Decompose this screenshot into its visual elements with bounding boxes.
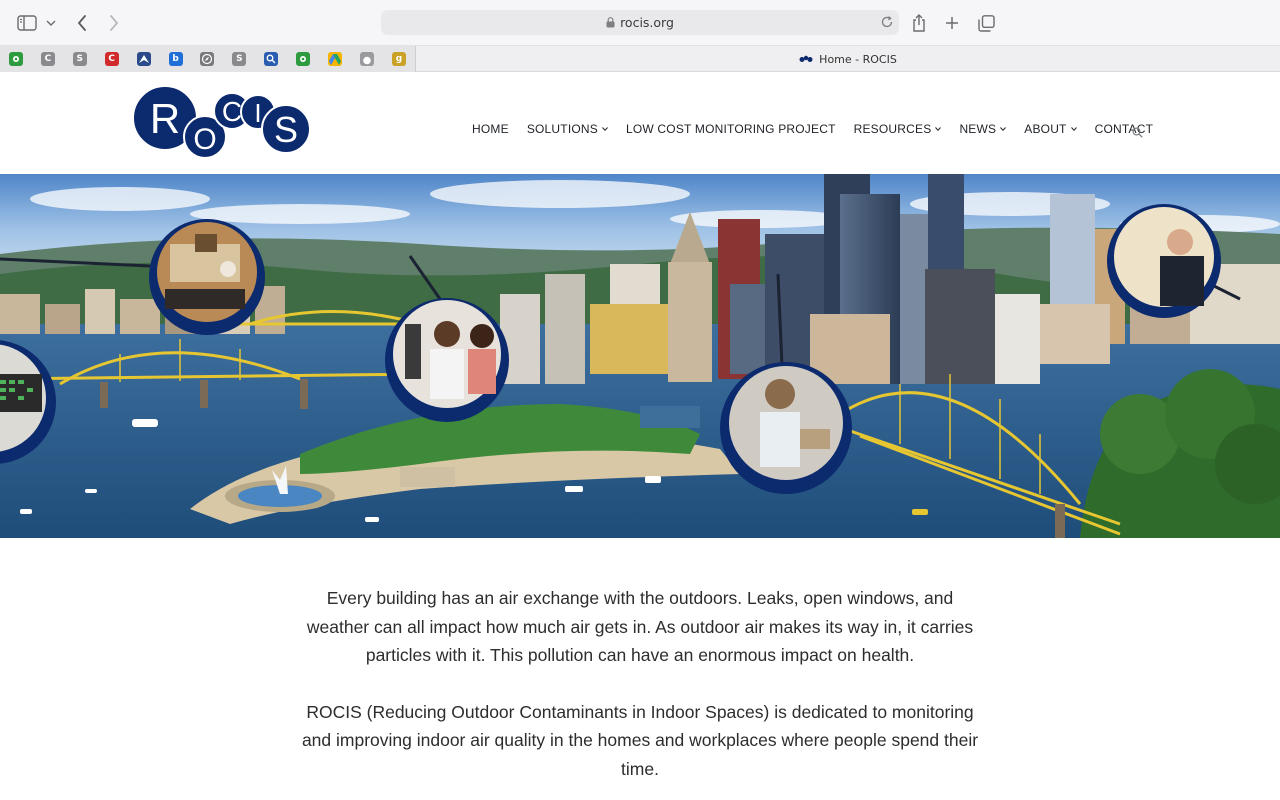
- chevron-down-icon[interactable]: [41, 11, 61, 35]
- nav-item-contact[interactable]: CONTACT: [1095, 122, 1154, 136]
- forward-icon[interactable]: [102, 11, 126, 35]
- nav-item-resources[interactable]: RESOURCES: [854, 122, 942, 136]
- s-letter-icon: S: [72, 52, 87, 66]
- favorite-8[interactable]: [255, 46, 287, 72]
- favorite-10[interactable]: [319, 46, 351, 72]
- bing-icon: b: [168, 52, 183, 66]
- browser-toolbar: rocis.org: [0, 0, 1280, 46]
- favorites-bar: C S Cb Sg: [0, 46, 416, 72]
- favorite-12[interactable]: g: [383, 46, 415, 72]
- c-letter-icon: C: [40, 52, 55, 66]
- back-icon[interactable]: [70, 11, 94, 35]
- reload-icon[interactable]: [880, 15, 894, 32]
- search-icon[interactable]: [1132, 123, 1143, 142]
- main-nav: HOME SOLUTIONS LOW COST MONITORING PROJECT…: [472, 121, 1171, 137]
- favorite-3[interactable]: C: [96, 46, 128, 72]
- g-letter-icon: g: [392, 52, 407, 66]
- nav-item-news[interactable]: NEWS: [959, 122, 1007, 136]
- sidebar-toggle-icon[interactable]: [15, 11, 39, 35]
- logo-letter-r: R: [150, 95, 180, 142]
- intro-section: Every building has an air exchange with …: [300, 584, 980, 800]
- nav-item-label: CONTACT: [1094, 122, 1154, 136]
- photo-circle-couple: [385, 298, 509, 422]
- red-c-icon: C: [104, 52, 119, 66]
- favorite-11[interactable]: [351, 46, 383, 72]
- intro-paragraph-2: ROCIS (Reducing Outdoor Contaminants in …: [301, 701, 979, 779]
- nav-item-solutions[interactable]: SOLUTIONS: [527, 122, 608, 136]
- favorite-2[interactable]: S: [64, 46, 96, 72]
- logo-letter-s: S: [274, 109, 298, 150]
- favorite-9[interactable]: [287, 46, 319, 72]
- tab-title: Home - ROCIS: [819, 52, 897, 66]
- favorite-7[interactable]: S: [223, 46, 255, 72]
- search-icon: [264, 52, 279, 66]
- favorite-6[interactable]: [192, 46, 224, 72]
- photo-circle-presenter: [1107, 204, 1221, 318]
- favorite-0[interactable]: [0, 46, 32, 72]
- nav-item-label: LOW COST MONITORING PROJECT: [625, 122, 836, 136]
- caret-down-icon: [935, 127, 942, 131]
- photo-circle-office: [149, 219, 265, 335]
- green-gear-icon: [8, 52, 23, 66]
- logo-letter-c: C: [222, 96, 242, 127]
- favorite-5[interactable]: b: [160, 46, 192, 72]
- tab-overview-icon[interactable]: [974, 11, 998, 35]
- logo-letter-o: O: [193, 123, 216, 156]
- nav-item-label: RESOURCES: [853, 122, 932, 136]
- rocis-favicon-icon: [799, 55, 813, 63]
- city-skyline-illustration: [0, 174, 1280, 538]
- apple-icon: [360, 52, 375, 66]
- nav-item-label: HOME: [472, 122, 509, 136]
- intro-paragraph-1: Every building has an air exchange with …: [306, 588, 974, 666]
- caret-down-icon: [1070, 127, 1077, 131]
- share-icon[interactable]: [907, 11, 931, 35]
- new-tab-icon[interactable]: [940, 11, 964, 35]
- tab-bar: C S Cb Sg Home - ROCIS: [0, 46, 1280, 72]
- photo-circle-lab: [720, 362, 852, 494]
- hero-banner: [0, 174, 1280, 538]
- favorite-4[interactable]: [128, 46, 160, 72]
- nav-item-label: ABOUT: [1024, 122, 1067, 136]
- caret-down-icon: [602, 127, 608, 131]
- url-text: rocis.org: [620, 15, 674, 30]
- s-letter-icon: S: [232, 52, 247, 66]
- lock-icon: [606, 17, 615, 28]
- green-gear-icon: [296, 52, 311, 66]
- address-bar[interactable]: rocis.org: [381, 10, 899, 35]
- site-header: R O C I S HOME SOLUTIONS LOW COST MONITORI…: [0, 72, 1280, 174]
- compass-icon: [200, 52, 215, 66]
- nav-item-home[interactable]: HOME: [472, 122, 509, 136]
- logo-letter-i: I: [254, 98, 261, 128]
- google-drive-icon: [328, 52, 343, 66]
- nav-item-label: NEWS: [959, 122, 997, 136]
- rocis-logo[interactable]: R O C I S: [131, 84, 311, 160]
- caret-down-icon: [1000, 127, 1007, 131]
- favorite-1[interactable]: C: [32, 46, 64, 72]
- tab-home-rocis[interactable]: Home - ROCIS: [416, 46, 1280, 72]
- nav-item-about[interactable]: ABOUT: [1024, 122, 1077, 136]
- arrow-logo-icon: [136, 52, 151, 66]
- nav-item-low-cost-monitoring-project[interactable]: LOW COST MONITORING PROJECT: [626, 122, 836, 136]
- nav-item-label: SOLUTIONS: [526, 122, 598, 136]
